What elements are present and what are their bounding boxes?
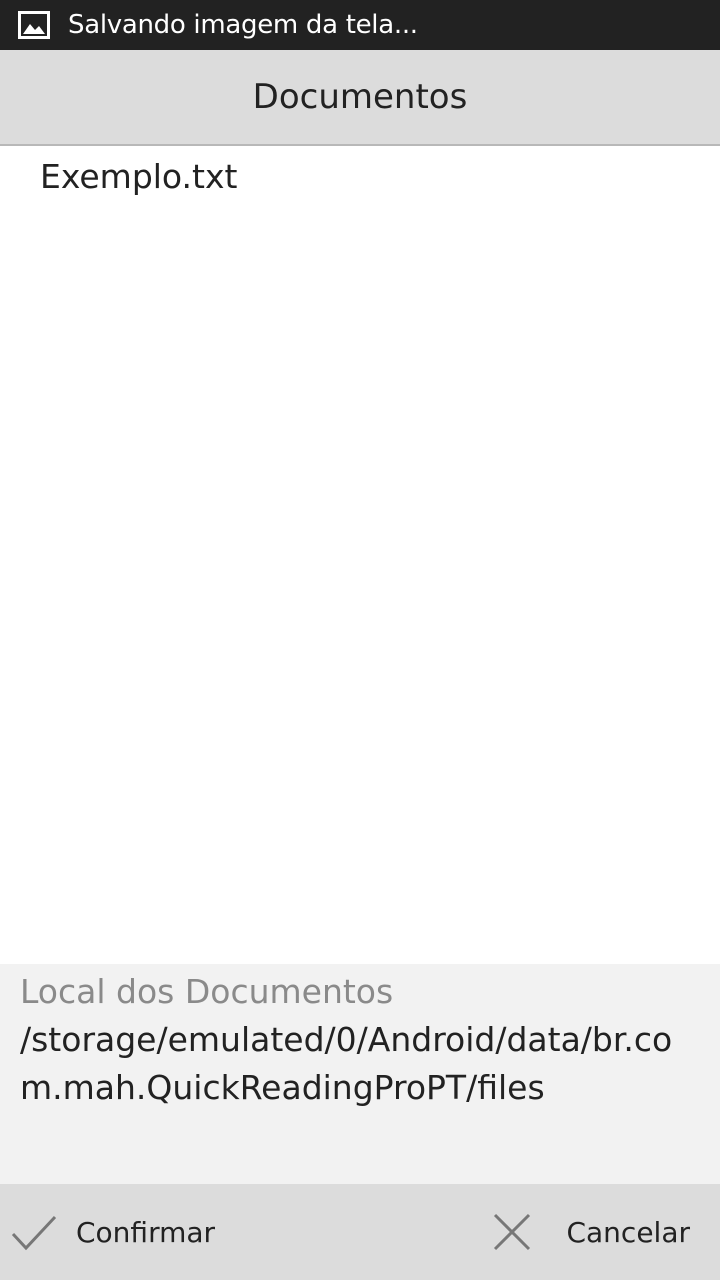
location-path: /storage/emulated/0/Android/data/br.com.… [20,1020,673,1107]
image-icon [18,11,50,39]
dialog-title: Documentos [252,77,468,117]
file-item[interactable]: Exemplo.txt [0,146,720,206]
status-bar: Salvando imagem da tela... [0,0,720,50]
location-label: Local dos Documentos [20,972,394,1011]
close-icon [488,1208,536,1256]
status-notification-text: Salvando imagem da tela... [68,10,418,40]
check-icon [10,1208,58,1256]
location-panel: Local dos Documentos /storage/emulated/0… [0,964,720,1184]
cancel-button[interactable]: Cancelar [488,1184,720,1280]
cancel-label: Cancelar [566,1215,690,1249]
confirm-label: Confirmar [76,1215,216,1249]
dialog-header: Documentos [0,50,720,146]
button-bar: Confirmar Cancelar [0,1184,720,1280]
confirm-button[interactable]: Confirmar [0,1184,215,1280]
file-list: Exemplo.txt [0,146,720,964]
